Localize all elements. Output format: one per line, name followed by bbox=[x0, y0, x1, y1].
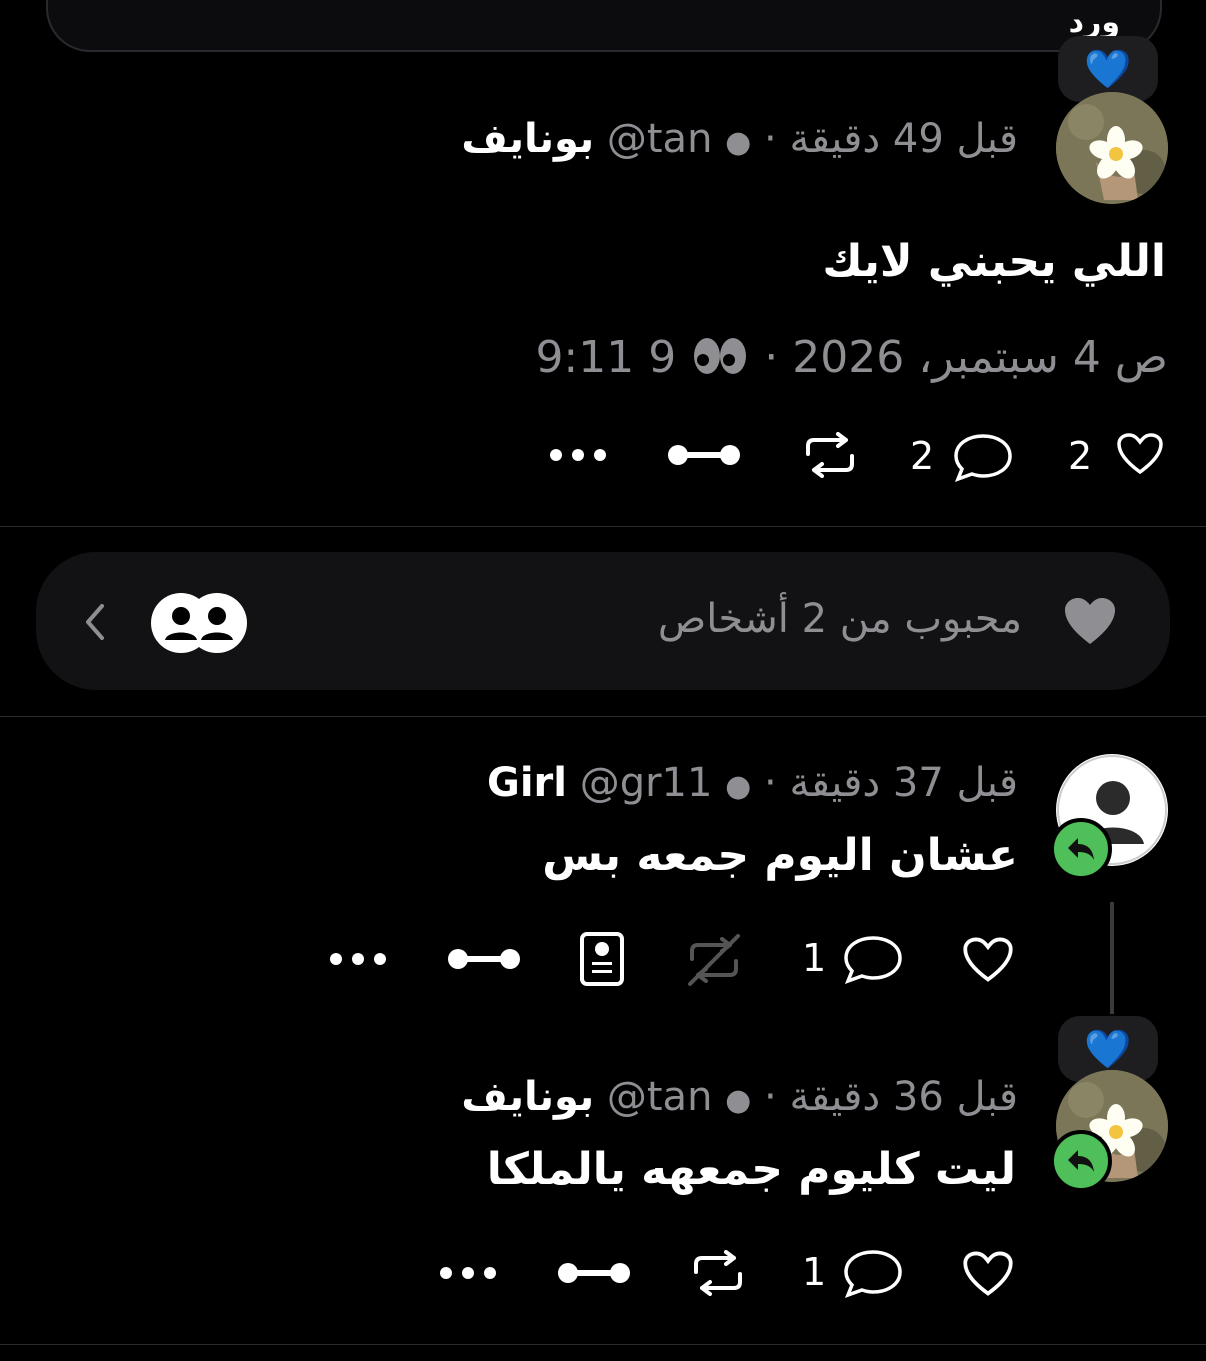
more-button[interactable] bbox=[438, 1264, 498, 1286]
avatar[interactable] bbox=[1056, 92, 1168, 204]
comment-icon bbox=[844, 1250, 902, 1298]
reply-badge bbox=[1050, 818, 1112, 880]
reply2-time-ago: قبل 36 دقيقة bbox=[789, 1074, 1018, 1120]
post-time-ago: قبل 49 دقيقة bbox=[789, 116, 1018, 162]
post-timestamp: 9:11 ص 4 سبتمبر، 2026 bbox=[535, 332, 1168, 383]
like-button[interactable] bbox=[962, 1250, 1014, 1302]
post-author-handle[interactable]: @tan bbox=[607, 116, 713, 162]
reply-count: 2 bbox=[910, 434, 935, 478]
reply2-text: ليت كليوم جمعهه يالملكا bbox=[486, 1144, 1016, 1195]
share-button[interactable] bbox=[446, 946, 522, 976]
comment-icon bbox=[844, 936, 902, 984]
thread-line bbox=[1110, 902, 1114, 1014]
reply-count: 1 bbox=[802, 1250, 827, 1294]
reply1-author-name[interactable]: Girl bbox=[487, 760, 567, 806]
more-button[interactable] bbox=[328, 950, 388, 972]
meta-separator: · bbox=[764, 1074, 777, 1120]
top-pill-text: ورد bbox=[1068, 5, 1120, 40]
link-icon bbox=[448, 949, 520, 969]
post-text: اللي يحبني لايك bbox=[822, 236, 1166, 287]
more-icon bbox=[330, 953, 386, 965]
more-icon bbox=[440, 1267, 496, 1279]
post-meta: بونايف @tan ● · قبل 49 دقيقة bbox=[461, 116, 1018, 162]
share-button[interactable] bbox=[556, 1260, 632, 1290]
card-icon bbox=[580, 932, 624, 986]
post-author-name[interactable]: بونايف bbox=[461, 116, 594, 162]
link-icon bbox=[668, 445, 740, 465]
like-count: 2 bbox=[1068, 434, 1093, 478]
repost-icon bbox=[694, 1250, 742, 1296]
divider bbox=[0, 1344, 1206, 1345]
reply-count: 1 bbox=[802, 936, 827, 980]
like-button[interactable] bbox=[1116, 432, 1164, 480]
meta-separator: · bbox=[764, 116, 777, 162]
reply2-meta: بونايف @tan ● · قبل 36 دقيقة bbox=[461, 1074, 1018, 1120]
repost-button[interactable] bbox=[800, 432, 860, 482]
reply-button[interactable] bbox=[842, 1248, 904, 1302]
people-icon bbox=[151, 593, 247, 653]
eyes-icon bbox=[676, 332, 750, 383]
comment-icon bbox=[954, 434, 1012, 482]
more-icon bbox=[550, 449, 606, 461]
heart-filled-icon bbox=[1065, 598, 1115, 644]
repost-button-disabled bbox=[684, 932, 744, 992]
blue-heart-icon: 💙 bbox=[1084, 1026, 1132, 1071]
flame-icon: ● bbox=[725, 125, 752, 160]
reply2-author-handle[interactable]: @tan bbox=[607, 1074, 713, 1120]
post-timestamp-line: 9:11 ص 4 سبتمبر، 2026 · 9 bbox=[535, 332, 1168, 383]
reply1-time-ago: قبل 37 دقيقة bbox=[789, 760, 1018, 806]
repost-button[interactable] bbox=[688, 1250, 748, 1300]
like-button[interactable] bbox=[962, 936, 1014, 988]
reply2-author-name[interactable]: بونايف bbox=[461, 1074, 594, 1120]
reply-arrow-icon bbox=[1068, 838, 1094, 860]
quote-card-button[interactable] bbox=[578, 930, 626, 992]
views-separator: · bbox=[764, 332, 779, 383]
more-button[interactable] bbox=[548, 446, 608, 468]
liked-by-text: محبوب من 2 أشخاص bbox=[657, 596, 1022, 642]
liked-by-row[interactable]: محبوب من 2 أشخاص bbox=[36, 552, 1170, 690]
reply-button[interactable] bbox=[842, 934, 904, 988]
divider bbox=[0, 526, 1206, 527]
repost-disabled-icon bbox=[688, 934, 740, 986]
share-button[interactable] bbox=[666, 442, 742, 472]
top-pill[interactable]: ورد bbox=[46, 0, 1162, 52]
heart-icon bbox=[963, 1251, 1013, 1296]
reply1-meta: Girl @gr11 ● · قبل 37 دقيقة bbox=[487, 760, 1018, 806]
reply1-text: عشان اليوم جمعه بس bbox=[542, 830, 1018, 881]
reply-badge bbox=[1050, 1130, 1112, 1192]
heart-icon bbox=[1117, 433, 1163, 475]
reply1-author-handle[interactable]: @gr11 bbox=[580, 760, 713, 806]
link-icon bbox=[558, 1263, 630, 1283]
heart-icon bbox=[963, 937, 1013, 982]
views-count: 9 bbox=[648, 332, 677, 383]
meta-separator: · bbox=[764, 760, 777, 806]
reply-button[interactable] bbox=[952, 432, 1014, 486]
chevron-left-icon bbox=[86, 604, 104, 640]
blue-heart-icon: 💙 bbox=[1084, 46, 1132, 91]
reply-arrow-icon bbox=[1068, 1150, 1094, 1172]
flower-photo-icon bbox=[1056, 92, 1168, 204]
flame-icon: ● bbox=[725, 769, 752, 804]
divider bbox=[0, 716, 1206, 717]
repost-icon bbox=[806, 432, 854, 478]
flame-icon: ● bbox=[725, 1083, 752, 1118]
